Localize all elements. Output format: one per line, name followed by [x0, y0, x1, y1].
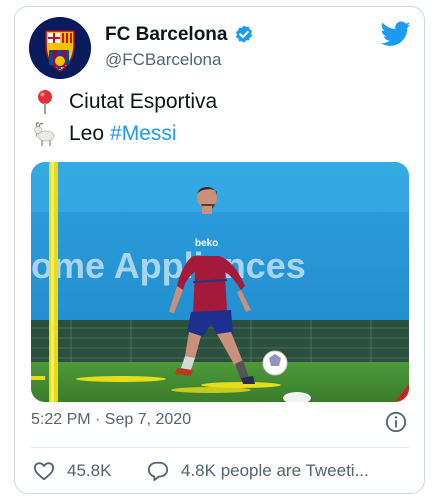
- reply-button[interactable]: 4.8K people are Tweeti...: [147, 460, 369, 482]
- tweet-text-line-1: Ciutat Esportiva: [33, 89, 217, 115]
- leo-text: Leo: [69, 122, 105, 145]
- goat-icon: [34, 122, 55, 146]
- reply-text: 4.8K people are Tweeti...: [181, 461, 369, 480]
- verified-badge-icon: [236, 25, 253, 43]
- twitter-bird-icon[interactable]: [381, 21, 411, 47]
- heart-icon: [33, 462, 55, 481]
- round-pushpin-icon: [38, 90, 52, 114]
- author-name-row[interactable]: FC Barcelona: [105, 24, 255, 46]
- avatar[interactable]: [29, 17, 91, 79]
- speech-bubble-icon: [147, 461, 169, 482]
- messi-hashtag-link[interactable]: #Messi: [110, 122, 177, 146]
- tweet-text-line-2: Leo #Messi: [33, 121, 177, 147]
- like-button[interactable]: 45.8K: [33, 460, 111, 482]
- info-icon[interactable]: [385, 411, 407, 433]
- tweet-card[interactable]: FC Barcelona @FCBarcelona Ciutat Esporti…: [14, 6, 425, 494]
- fcb-crest-logo: [29, 17, 91, 79]
- author-handle[interactable]: @FCBarcelona: [105, 50, 221, 70]
- like-count: 45.8K: [67, 461, 112, 480]
- shirt-sponsor: beko: [195, 238, 218, 249]
- divider: [31, 447, 409, 448]
- tweet-timestamp[interactable]: 5:22 PM · Sep 7, 2020: [31, 411, 191, 429]
- tweet-photo[interactable]: ome Appliances beko: [31, 162, 409, 402]
- photo-banner-text: ome Appliances: [31, 245, 306, 286]
- author-name[interactable]: FC Barcelona: [105, 24, 227, 46]
- training-photo: ome Appliances beko: [31, 162, 409, 402]
- location-text: Ciutat Esportiva: [69, 90, 218, 113]
